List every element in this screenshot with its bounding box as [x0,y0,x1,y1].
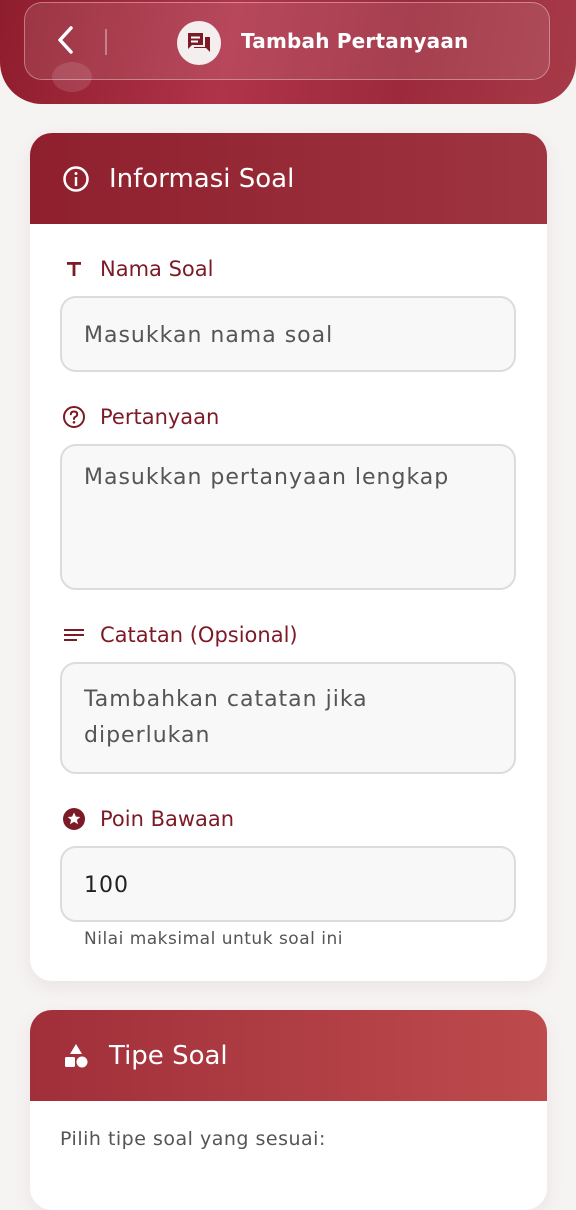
app-header: Tambah Pertanyaan [0,0,576,104]
info-card-header: Informasi Soal [30,133,547,224]
catatan-label: Catatan (Opsional) [62,623,298,647]
poin-helper-text: Nilai maksimal untuk soal ini [84,929,343,949]
type-card-title: Tipe Soal [109,1040,228,1071]
notes-lines-icon [62,623,86,647]
poin-input[interactable]: 100 [60,846,516,922]
poin-label-text: Poin Bawaan [100,807,235,831]
nama-soal-label: Nama Soal [62,257,213,281]
chat-bubble-icon [177,21,221,65]
pertanyaan-label: Pertanyaan [62,405,219,429]
header-divider [105,29,107,55]
type-card-subtitle: Pilih tipe soal yang sesuai: [60,1128,326,1150]
poin-label: Poin Bawaan [62,807,234,831]
info-icon [62,165,90,193]
text-format-icon [62,257,86,281]
nama-soal-label-text: Nama Soal [100,257,214,281]
pertanyaan-label-text: Pertanyaan [100,405,220,429]
back-button[interactable] [49,25,83,59]
page-title: Tambah Pertanyaan [241,29,469,53]
question-circle-icon [62,405,86,429]
catatan-textarea[interactable]: Tambahkan catatan jika diperlukan [60,662,516,774]
header-bar: Tambah Pertanyaan [24,2,550,80]
chevron-left-icon [56,25,76,59]
nama-soal-input[interactable]: Masukkan nama soal [60,296,516,372]
shapes-icon [62,1042,90,1070]
catatan-label-text: Catatan (Opsional) [100,623,298,647]
type-card-header: Tipe Soal [30,1010,547,1101]
star-badge-icon [62,807,86,831]
info-card-title: Informasi Soal [109,163,295,194]
pertanyaan-textarea[interactable]: Masukkan pertanyaan lengkap [60,444,516,590]
type-card: Tipe Soal Pilih tipe soal yang sesuai: [30,1010,547,1210]
info-card: Informasi Soal Nama Soal Masukkan nama s… [30,133,547,981]
